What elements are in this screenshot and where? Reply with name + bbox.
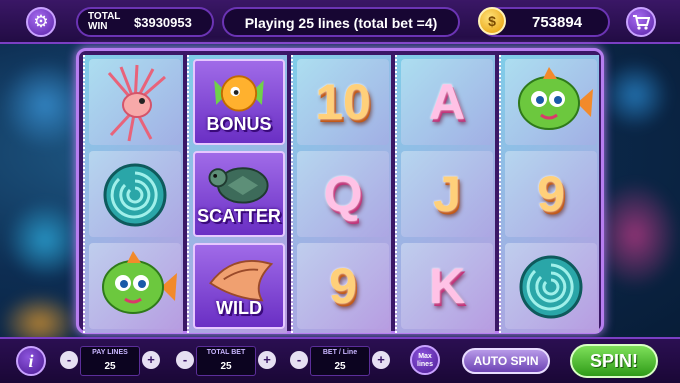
pay-lines-stepper: - PAY LINES 25 +	[60, 346, 160, 376]
symbol-lionfish	[89, 59, 181, 145]
background-glow	[5, 200, 85, 280]
symbol-wild: WILD	[193, 243, 285, 329]
reel-3: 10 Q 9	[291, 55, 391, 333]
total-bet-plus-button[interactable]: +	[258, 351, 276, 369]
symbol-letter: J	[401, 151, 493, 237]
reel-4: AJK	[395, 55, 495, 333]
settings-button[interactable]: ⚙	[26, 7, 56, 37]
symbol-text: J	[433, 166, 461, 222]
pay-lines-minus-button[interactable]: -	[60, 351, 78, 369]
total-bet-minus-button[interactable]: -	[176, 351, 194, 369]
dollar-coin-icon: $	[478, 7, 506, 35]
total-win-value: $3930953	[134, 15, 192, 30]
total-bet-value: 25	[220, 361, 232, 372]
auto-spin-button[interactable]: AUTO SPIN	[462, 348, 550, 374]
symbol-letter: A	[401, 59, 493, 145]
lines-status-text: Playing 25 lines (total bet =4)	[244, 15, 438, 31]
symbol-text: A	[428, 74, 466, 130]
symbol-label: BONUS	[206, 114, 272, 134]
symbol-text: 10	[315, 74, 371, 130]
bottom-bar: i - PAY LINES 25 + - TOTAL BET 25 + - BE…	[0, 337, 680, 383]
symbol-text: 9	[329, 258, 357, 314]
symbol-letter: 9	[505, 151, 597, 237]
background-glow	[600, 60, 670, 130]
pay-lines-value: 25	[104, 361, 116, 372]
bet-per-line-value: 25	[334, 361, 346, 372]
total-win-label: TOTAL WIN	[88, 11, 121, 32]
pay-lines-label: PAY LINES	[92, 349, 128, 356]
total-win-panel: TOTAL WIN $3930953	[76, 7, 214, 37]
symbol-label: SCATTER	[197, 206, 281, 226]
shop-button[interactable]	[626, 7, 656, 37]
reel-5: 9	[499, 55, 599, 333]
shopping-cart-icon	[633, 15, 650, 30]
reels-frame: BONUS SCATTER WILD 10 Q 9 A J K 9	[76, 48, 604, 334]
nautilus-shell-icon	[519, 255, 583, 319]
symbol-nautilus-shell	[505, 243, 597, 329]
bet-per-line-display: BET / Line 25	[310, 346, 370, 376]
bet-per-line-minus-button[interactable]: -	[290, 351, 308, 369]
spin-button[interactable]: SPIN!	[570, 344, 658, 378]
bet-per-line-stepper: - BET / Line 25 +	[290, 346, 390, 376]
symbol-label: WILD	[216, 298, 262, 318]
gear-icon: ⚙	[33, 12, 49, 31]
reel-1	[83, 55, 183, 333]
symbol-text: 9	[537, 166, 565, 222]
symbol-nautilus-shell	[89, 151, 181, 237]
total-bet-label: TOTAL BET	[206, 349, 246, 356]
lionfish-icon	[107, 64, 166, 142]
symbol-letter: K	[401, 243, 493, 329]
bet-per-line-label: BET / Line	[322, 349, 358, 356]
symbol-letter: Q	[297, 151, 389, 237]
coin-balance-panel: $ 753894	[478, 7, 610, 37]
total-bet-display: TOTAL BET 25	[196, 346, 256, 376]
reel-2: BONUS SCATTER WILD	[187, 55, 287, 333]
pay-lines-plus-button[interactable]: +	[142, 351, 160, 369]
lines-status-panel: Playing 25 lines (total bet =4)	[222, 7, 460, 37]
max-lines-button[interactable]: Max lines	[410, 345, 440, 375]
symbol-letter: 9	[297, 243, 389, 329]
symbol-letter: 10	[297, 59, 389, 145]
top-bar: ⚙ TOTAL WIN $3930953 Playing 25 lines (t…	[0, 0, 680, 44]
symbol-bonus: BONUS	[193, 59, 285, 145]
symbol-text: Q	[323, 166, 363, 222]
bet-per-line-plus-button[interactable]: +	[372, 351, 390, 369]
symbol-text: K	[428, 258, 466, 314]
symbol-green-fish	[89, 243, 181, 329]
green-fish-icon	[518, 67, 593, 130]
nautilus-shell-icon	[103, 163, 167, 227]
pay-lines-display: PAY LINES 25	[80, 346, 140, 376]
info-button[interactable]: i	[16, 346, 46, 376]
green-fish-icon	[102, 251, 177, 314]
total-bet-stepper: - TOTAL BET 25 +	[176, 346, 276, 376]
symbol-scatter: SCATTER	[193, 151, 285, 237]
symbol-green-fish	[505, 59, 597, 145]
coin-balance-value: 753894	[532, 14, 583, 31]
